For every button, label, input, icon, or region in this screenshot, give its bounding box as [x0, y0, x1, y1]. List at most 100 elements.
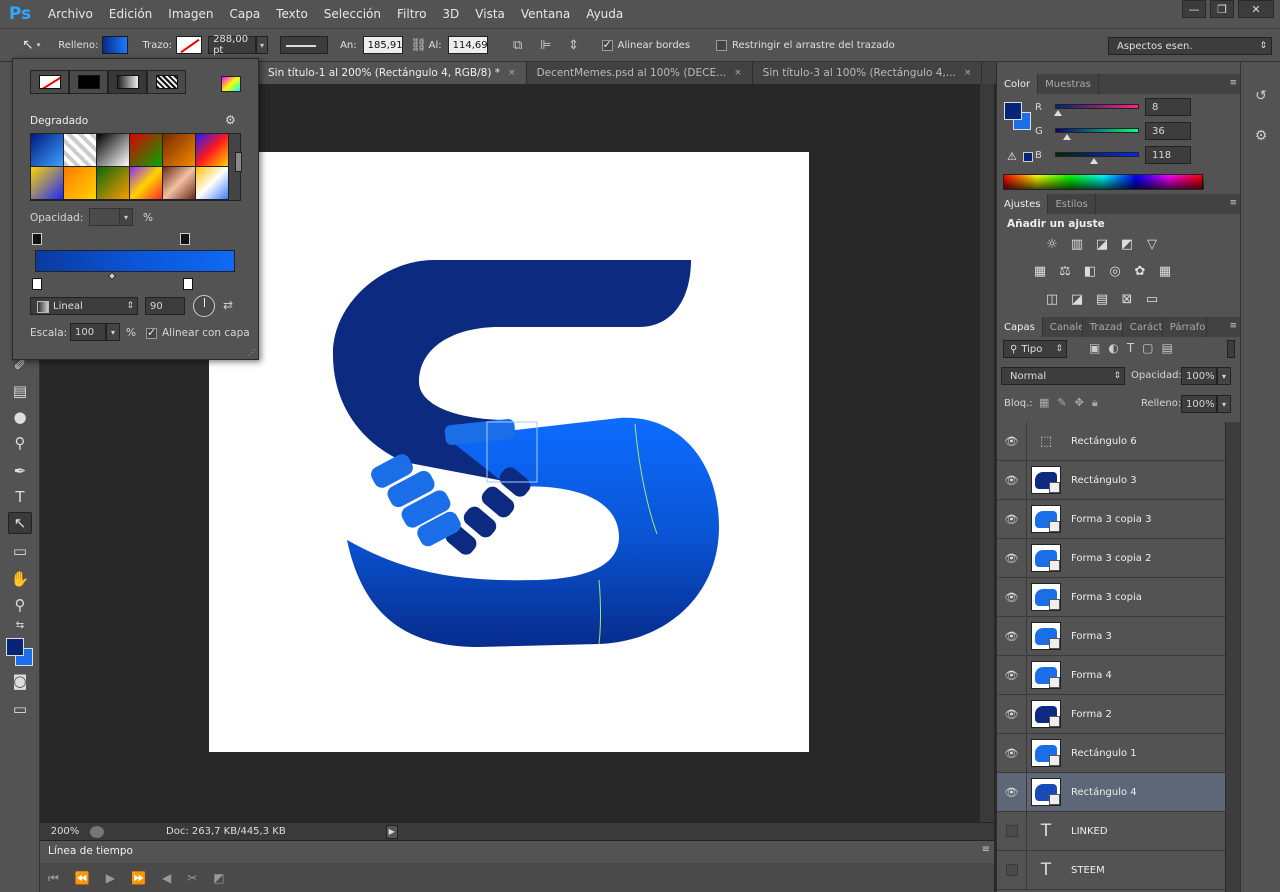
- workspace-dropdown[interactable]: Aspectos esen.: [1108, 37, 1272, 55]
- tab-close-icon[interactable]: ×: [734, 68, 742, 78]
- layer-row[interactable]: T STEEM: [997, 850, 1225, 890]
- vertical-scrollbar[interactable]: [980, 84, 994, 822]
- type-tool-icon[interactable]: T: [8, 486, 32, 508]
- gradient-preset[interactable]: [97, 134, 129, 166]
- zoom-level[interactable]: 200%: [40, 826, 90, 837]
- gradient-preset[interactable]: [196, 167, 228, 199]
- path-selection-tool-icon[interactable]: ↖: [8, 512, 32, 534]
- adjustment-icon[interactable]: ◪: [1068, 290, 1086, 308]
- blue-track[interactable]: [1055, 152, 1139, 157]
- tab-close-icon[interactable]: ×: [508, 68, 516, 78]
- adjustment-icon[interactable]: ▦: [1156, 262, 1174, 280]
- layer-row[interactable]: 👁︎ Rectángulo 1: [997, 733, 1225, 773]
- eye-icon[interactable]: 👁︎: [997, 616, 1027, 656]
- blur-tool-icon[interactable]: ●: [8, 406, 32, 428]
- next-frame-icon[interactable]: ⏩: [131, 871, 146, 885]
- red-value[interactable]: 8: [1145, 98, 1191, 116]
- red-knob[interactable]: [1053, 110, 1062, 116]
- status-menu-arrow[interactable]: ▶: [385, 824, 398, 839]
- height-field[interactable]: 114,69: [447, 36, 488, 54]
- gradient-preset[interactable]: [97, 167, 129, 199]
- restore-button[interactable]: ❐: [1210, 0, 1234, 18]
- timeline-tab[interactable]: Línea de tiempo: [40, 841, 141, 861]
- reverse-gradient-icon[interactable]: ⇄: [223, 298, 233, 312]
- blue-value[interactable]: 118: [1145, 146, 1191, 164]
- fg-color-swatch[interactable]: [1004, 102, 1022, 120]
- path-arrangement-icon[interactable]: ⇕: [564, 36, 584, 54]
- adjustment-icon[interactable]: ◪: [1093, 235, 1111, 253]
- eye-icon[interactable]: 👁︎: [997, 772, 1027, 812]
- visibility-toggle[interactable]: [997, 811, 1027, 851]
- restrict-drag-checkbox[interactable]: [716, 39, 728, 51]
- tab-styles[interactable]: Estilos: [1048, 194, 1096, 214]
- layer-row[interactable]: 👁︎ Forma 3 copia: [997, 577, 1225, 617]
- history-icon[interactable]: ↺: [1251, 86, 1271, 106]
- quick-mask-icon[interactable]: ◙: [8, 670, 32, 692]
- pen-tool-icon[interactable]: ✒: [8, 460, 32, 482]
- audio-icon[interactable]: ◀: [162, 871, 171, 885]
- filter-toggle[interactable]: [1227, 340, 1235, 358]
- layer-row[interactable]: 👁︎ Forma 3 copia 2: [997, 538, 1225, 578]
- layer-row[interactable]: 👁︎ Forma 3 copia 3: [997, 499, 1225, 539]
- adjustment-filter-icon[interactable]: ◐: [1108, 341, 1118, 355]
- stroke-width-field[interactable]: 288,00 pt: [208, 34, 257, 56]
- adjustment-icon[interactable]: ✿: [1131, 262, 1149, 280]
- previous-frame-icon[interactable]: ⏪: [75, 871, 90, 885]
- gradient-preset[interactable]: [196, 134, 228, 166]
- menu-0[interactable]: Archivo: [40, 0, 101, 28]
- fill-field[interactable]: 100%: [1181, 395, 1217, 413]
- eye-icon[interactable]: 👁︎: [997, 655, 1027, 695]
- layer-row[interactable]: T LINKED: [997, 811, 1225, 851]
- layer-filter-dropdown[interactable]: ⚲ Tipo ⇕: [1003, 340, 1067, 358]
- first-frame-icon[interactable]: ⏮: [48, 871, 59, 886]
- eye-icon[interactable]: 👁︎: [997, 421, 1027, 461]
- opacity-stop-right[interactable]: [180, 233, 190, 245]
- layer-opacity-field[interactable]: 100%: [1181, 367, 1217, 385]
- angle-dial[interactable]: [193, 295, 215, 317]
- restrict-drag-control[interactable]: Restringir el arrastre del trazado: [716, 39, 895, 51]
- layer-row[interactable]: 👁︎ Forma 4: [997, 655, 1225, 695]
- smart-object-filter-icon[interactable]: ▤: [1162, 341, 1173, 355]
- lock-all-icon[interactable]: 🔒︎: [1092, 396, 1098, 410]
- blue-knob[interactable]: [1089, 158, 1098, 164]
- panel-menu-icon[interactable]: ≡: [1229, 198, 1237, 208]
- presets-scrollbar[interactable]: [228, 133, 242, 201]
- adjustment-icon[interactable]: ⊠: [1118, 290, 1136, 308]
- adjustment-icon[interactable]: ◫: [1043, 290, 1061, 308]
- document-tab[interactable]: DecentMemes.psd al 100% (DECE... ×: [527, 62, 753, 84]
- color-stop-left[interactable]: [32, 278, 42, 290]
- layer-row[interactable]: 👁︎ ⬚ Rectángulo 6: [997, 421, 1225, 461]
- gradient-bar[interactable]: [35, 250, 235, 272]
- adjustment-icon[interactable]: ◎: [1106, 262, 1124, 280]
- width-field[interactable]: 185,91: [362, 36, 403, 54]
- scale-dropdown[interactable]: ▾: [106, 323, 120, 341]
- gradient-tool-icon[interactable]: ▤: [8, 380, 32, 402]
- align-edges-checkbox[interactable]: [601, 38, 613, 51]
- rectangle-tool-icon[interactable]: ▭: [8, 540, 32, 562]
- green-track[interactable]: [1055, 128, 1139, 133]
- eye-icon[interactable]: 👁︎: [997, 694, 1027, 734]
- eye-icon[interactable]: 👁︎: [997, 460, 1027, 500]
- layer-opacity-dropdown[interactable]: ▾: [1217, 367, 1231, 385]
- menu-5[interactable]: Selección: [316, 0, 389, 28]
- gradient-preset[interactable]: [64, 167, 96, 199]
- document-tab[interactable]: Sin título-1 al 200% (Rectángulo 4, RGB/…: [258, 62, 527, 84]
- tab-paths[interactable]: Trazados: [1083, 317, 1123, 337]
- split-icon[interactable]: ✂: [187, 871, 197, 885]
- color-stop-right[interactable]: [183, 278, 193, 290]
- angle-field[interactable]: 90: [145, 297, 185, 315]
- pattern-fill-button[interactable]: [147, 70, 186, 94]
- timeline-menu-icon[interactable]: ≡: [982, 844, 990, 855]
- layer-row[interactable]: 👁︎ Forma 2: [997, 694, 1225, 734]
- stroke-swatch[interactable]: [176, 36, 203, 54]
- adjustment-icon[interactable]: ☼: [1043, 235, 1061, 253]
- panel-menu-icon[interactable]: ≡: [1229, 78, 1237, 88]
- hand-tool-icon[interactable]: ✋: [8, 568, 32, 590]
- adjustment-icon[interactable]: ⚖: [1056, 262, 1074, 280]
- visibility-toggle[interactable]: [997, 850, 1027, 890]
- lock-position-icon[interactable]: ✥: [1075, 396, 1084, 410]
- midpoint-diamond[interactable]: [107, 271, 117, 281]
- tab-color[interactable]: Color: [997, 74, 1039, 94]
- align-with-layer-checkbox[interactable]: [146, 326, 157, 339]
- eye-icon[interactable]: 👁︎: [997, 538, 1027, 578]
